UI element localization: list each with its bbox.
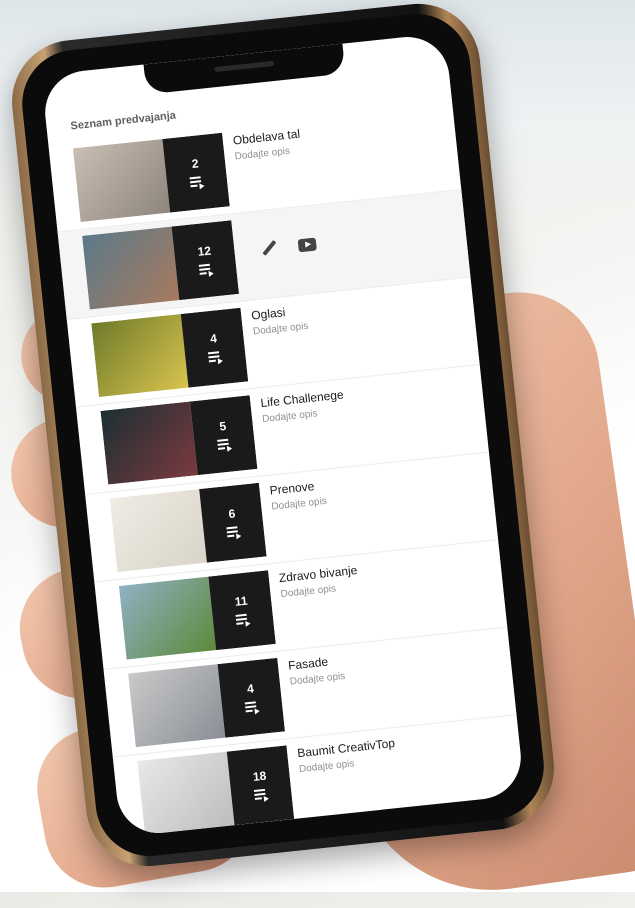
video-count: 6: [227, 506, 237, 522]
item-actions: [231, 212, 317, 260]
thumbnail-image: [109, 489, 207, 573]
thumbnail-image: [91, 314, 189, 398]
playlist-icon: [253, 788, 270, 802]
playlist-icon: [207, 351, 224, 365]
playlist-icon: [235, 613, 251, 627]
youtube-icon[interactable]: [297, 237, 317, 252]
video-count: 2: [191, 156, 200, 172]
speaker: [214, 60, 275, 73]
smartphone: Seznam predvajanja 2 Obdelava tal Dodajt…: [5, 0, 561, 873]
video-count-overlay: 11: [208, 570, 276, 651]
thumbnail-image: [82, 226, 180, 310]
playlist-thumbnail[interactable]: 12: [82, 220, 240, 310]
playlist-icon: [226, 526, 242, 540]
video-count-overlay: 18: [226, 745, 295, 826]
playlist-icon: [189, 176, 205, 190]
video-count: 5: [218, 418, 227, 434]
video-count-overlay: 4: [217, 657, 285, 738]
video-count-overlay: 4: [180, 307, 249, 388]
video-count-overlay: 6: [199, 482, 267, 563]
thumbnail-image: [137, 751, 235, 835]
playlist-thumbnail[interactable]: 4: [128, 657, 285, 748]
playlist-thumbnail[interactable]: 11: [118, 570, 276, 660]
thumbnail-image: [72, 138, 171, 222]
thumbnail-image: [118, 576, 217, 660]
playlist-description[interactable]: Dodajte opis: [289, 671, 345, 688]
thumbnail-image: [100, 401, 198, 485]
playlist-thumbnail[interactable]: 18: [137, 745, 295, 835]
playlist-thumbnail[interactable]: 6: [109, 482, 267, 573]
playlist-icon: [217, 438, 233, 452]
video-count: 4: [209, 331, 218, 347]
video-count: 4: [246, 681, 255, 697]
phone-screen: Seznam predvajanja 2 Obdelava tal Dodajt…: [41, 32, 525, 838]
playlist-description[interactable]: Dodajte opis: [234, 145, 302, 163]
playlist-title[interactable]: Prenove: [269, 478, 326, 498]
playlist-title[interactable]: Fasade: [287, 653, 344, 673]
playlist-icon: [198, 263, 215, 277]
playlist-title[interactable]: Obdelava tal: [232, 127, 300, 148]
playlist-thumbnail[interactable]: 4: [91, 307, 249, 398]
phone-bezel: Seznam predvajanja 2 Obdelava tal Dodajt…: [16, 8, 550, 862]
video-count: 11: [234, 593, 249, 609]
playlist-description[interactable]: Dodajte opis: [271, 496, 327, 513]
video-count: 12: [196, 243, 212, 259]
playlist-title[interactable]: Oglasi: [251, 303, 308, 322]
video-count: 18: [252, 768, 267, 784]
playlist-thumbnail[interactable]: 5: [100, 395, 258, 485]
video-count-overlay: 2: [162, 132, 230, 213]
playlist-list: 2 Obdelava tal Dodajte opis 12 4 Oglasi …: [48, 102, 525, 838]
playlist-description[interactable]: Dodajte opis: [253, 321, 309, 338]
playlist-thumbnail[interactable]: 2: [72, 132, 230, 222]
playlist-icon: [244, 701, 261, 715]
video-count-overlay: 12: [171, 220, 240, 301]
video-count-overlay: 5: [189, 395, 258, 476]
thumbnail-image: [128, 664, 226, 748]
pencil-icon[interactable]: [260, 240, 278, 258]
